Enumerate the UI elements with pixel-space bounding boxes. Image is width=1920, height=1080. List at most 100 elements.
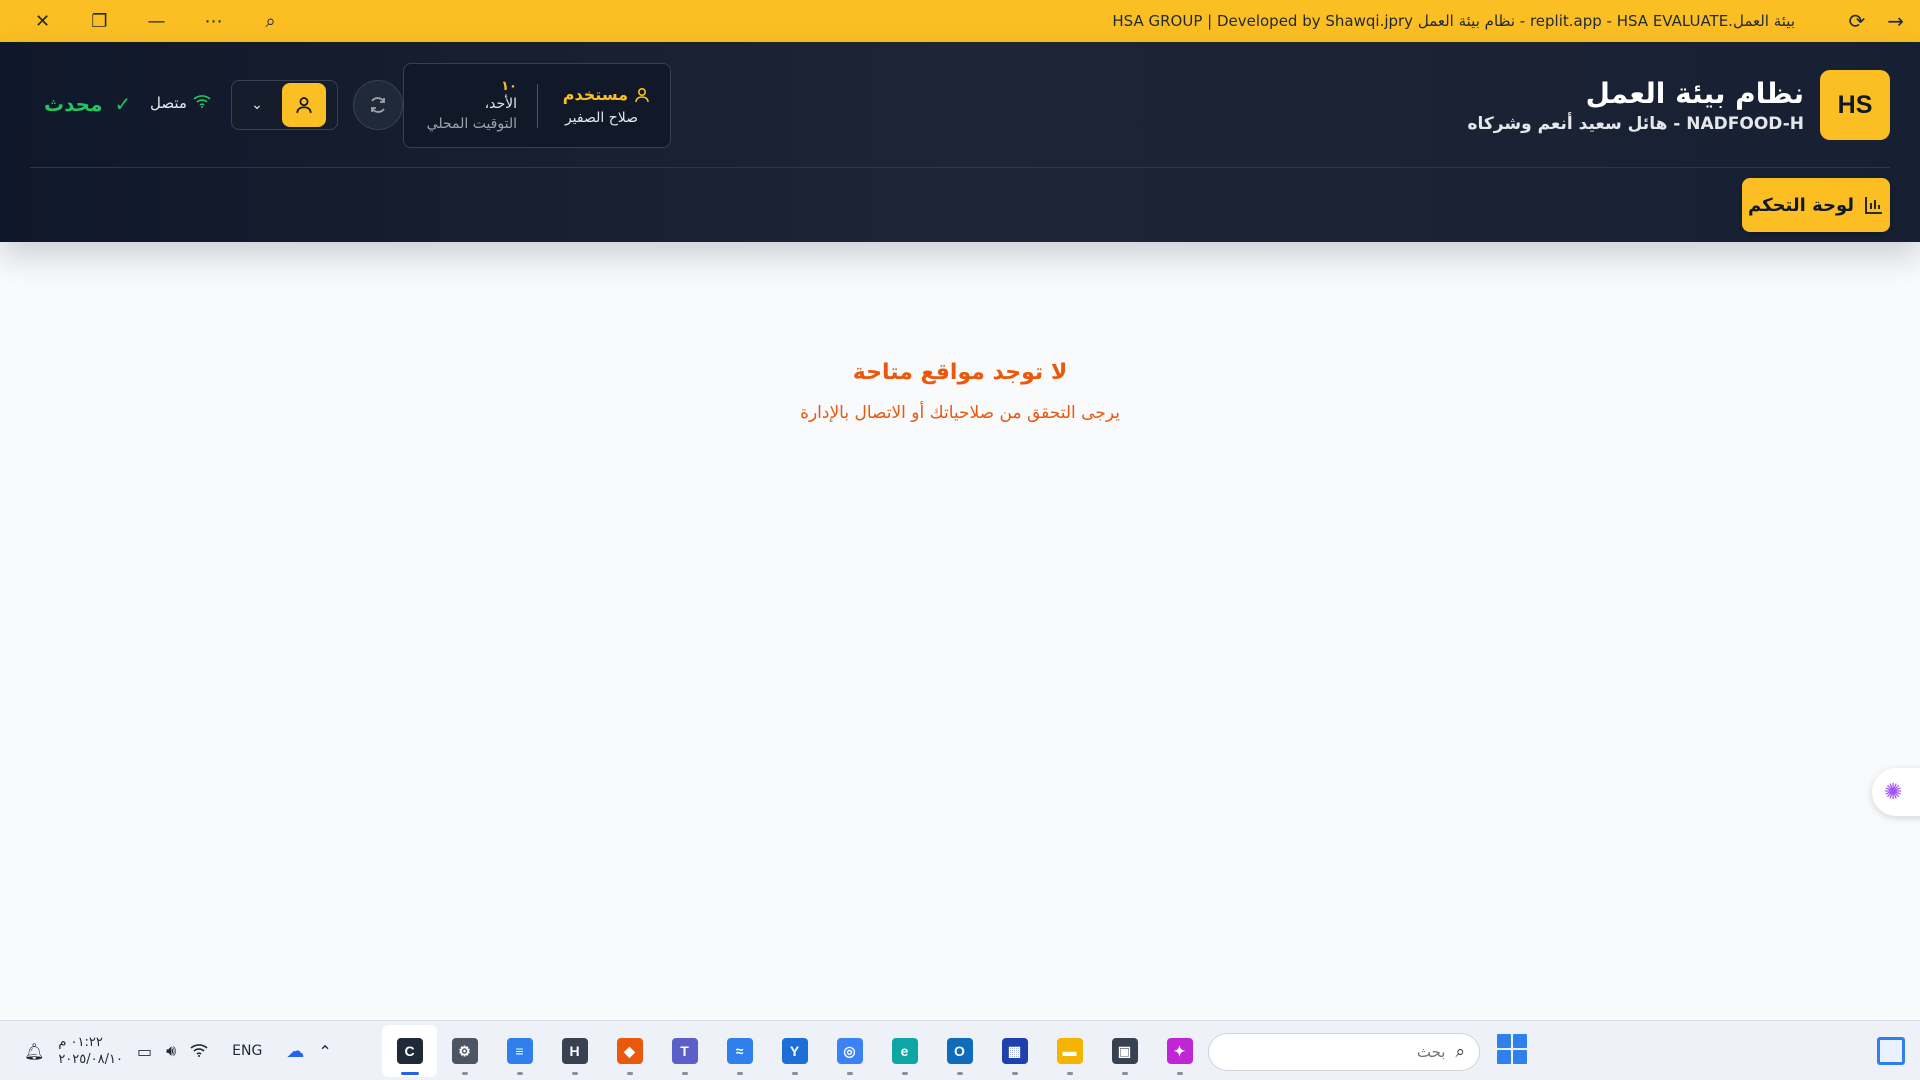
arrow-icon[interactable]: → [1887, 9, 1904, 33]
chevron-down-icon[interactable]: ⌄ [232, 97, 282, 113]
running-indicator [1121, 1072, 1128, 1075]
wifi-icon[interactable] [190, 1042, 208, 1061]
taskbar-app-copilot[interactable]: ✦ [1152, 1025, 1207, 1077]
running-indicator [461, 1072, 468, 1075]
user-card: مستخدم صلاح الصفير ١٠ الأحد، التوقيت الم… [403, 63, 671, 148]
yammer-icon: Y [781, 1038, 808, 1064]
battery-icon[interactable]: ▭ [137, 1042, 152, 1061]
taskbar-app-settings[interactable]: ⚙ [437, 1025, 492, 1077]
window-controls: ✕ ❐ — ⋯ ⌕ [14, 0, 299, 42]
taskbar-search[interactable]: ⌕ [1208, 1033, 1480, 1071]
connection-status: متصل [150, 94, 211, 112]
reload-icon[interactable]: ⟳ [1848, 9, 1865, 33]
clock-date: ٢٠٢٥/٠٨/١٠ [58, 1052, 123, 1067]
refresh-button[interactable] [353, 80, 403, 130]
taskbar-app-c-app[interactable]: C [382, 1025, 437, 1077]
start-button[interactable] [1497, 1034, 1527, 1064]
brand: HS نظام بيئة العمل NADFOOD-H - هائل سعيد… [1467, 70, 1890, 140]
search-icon: ⌕ [1455, 1042, 1465, 1062]
volume-icon[interactable]: 🔊︎ [166, 1041, 176, 1061]
taskbar-app-edge[interactable]: e [877, 1025, 932, 1077]
taskbar-app-teams[interactable]: T [657, 1025, 712, 1077]
brand-logo: HS [1820, 70, 1890, 140]
chevron-up-icon[interactable]: ⌃ [318, 1042, 331, 1061]
user-icon [296, 97, 312, 113]
check-icon: ✓ [114, 92, 132, 116]
file-explorer-icon: ▬ [1056, 1038, 1083, 1064]
taskbar-app-outlook[interactable]: O [932, 1025, 987, 1077]
refresh-icon [371, 97, 385, 113]
running-indicator [1176, 1072, 1183, 1075]
day-name: الأحد، [484, 96, 517, 112]
close-icon[interactable]: ✕ [14, 0, 71, 42]
taskbar-app-store[interactable]: ▦ [987, 1025, 1042, 1077]
dashboard-label: لوحة التحكم [1747, 194, 1855, 216]
app-subtitle: NADFOOD-H - هائل سعيد أنعم وشركاه [1467, 114, 1805, 134]
taskbar-app-app-orange[interactable]: ◆ [602, 1025, 657, 1077]
copilot-icon: ✦ [1166, 1038, 1193, 1064]
clock[interactable]: ٠١:٢٢ م ٢٠٢٥/٠٨/١٠ [58, 1034, 123, 1068]
running-indicator [1066, 1072, 1073, 1075]
app-title: نظام بيئة العمل [1585, 77, 1804, 110]
taskbar-app-file-explorer[interactable]: ▬ [1042, 1025, 1097, 1077]
cloud-icon[interactable]: ☁ [286, 1041, 304, 1062]
inspect-icon[interactable]: ⌕ [242, 0, 299, 42]
header-divider [30, 167, 1890, 168]
update-status: ✓ محدث [44, 92, 131, 116]
app-orange-icon: ◆ [616, 1038, 643, 1064]
running-indicator [901, 1072, 908, 1075]
window-title: HSA GROUP | Developed by Shawqi.jpry نظا… [1112, 12, 1795, 30]
store-icon: ▦ [1001, 1038, 1028, 1064]
app-header: HS نظام بيئة العمل NADFOOD-H - هائل سعيد… [0, 42, 1920, 242]
taskbar-app-scanner[interactable]: ≈ [712, 1025, 767, 1077]
chart-icon [1865, 197, 1883, 214]
ai-assistant-button[interactable]: ✺ [1872, 768, 1920, 816]
minimize-icon[interactable]: — [128, 0, 185, 42]
more-icon[interactable]: ⋯ [185, 0, 242, 42]
user-icon [635, 87, 649, 102]
taskbar-app-windows-app[interactable]: ▣ [1097, 1025, 1152, 1077]
empty-state-subtitle: يرجى التحقق من صلاحياتك أو الاتصال بالإد… [800, 403, 1120, 423]
bell-icon[interactable]: 🔔︎ [24, 1042, 44, 1061]
running-indicator [791, 1072, 798, 1075]
teams-icon: T [671, 1038, 698, 1064]
restore-icon[interactable]: ❐ [71, 0, 128, 42]
system-tray: 🔔︎ ٠١:٢٢ م ٢٠٢٥/٠٨/١٠ ▭ 🔊︎ ENG ☁ ⌃ [24, 1021, 332, 1080]
dashboard-button[interactable]: لوحة التحكم [1742, 178, 1890, 232]
brain-icon: ✺ [1884, 779, 1903, 805]
local-time-label: التوقيت المحلي [426, 116, 517, 132]
running-indicator [681, 1072, 688, 1075]
edge-icon: e [891, 1038, 918, 1064]
running-indicator [400, 1072, 419, 1075]
outlook-icon: O [946, 1038, 973, 1064]
clock-time: ٠١:٢٢ م [58, 1035, 103, 1050]
user-role: مستخدم [562, 85, 628, 104]
running-indicator [736, 1072, 743, 1075]
avatar[interactable] [282, 83, 326, 127]
connection-label: متصل [150, 94, 187, 112]
scanner-icon: ≈ [726, 1038, 753, 1064]
notepad-icon: ≡ [506, 1038, 533, 1064]
c-app-icon: C [396, 1038, 423, 1064]
taskbar: 🔔︎ ٠١:٢٢ م ٢٠٢٥/٠٨/١٠ ▭ 🔊︎ ENG ☁ ⌃ C ⚙ ≡ H ◆… [0, 1020, 1920, 1080]
windows-app-icon: ▣ [1111, 1038, 1138, 1064]
running-indicator [1011, 1072, 1018, 1075]
taskbar-app-vpn[interactable]: ◎ [822, 1025, 877, 1077]
taskbar-app-notepad[interactable]: ≡ [492, 1025, 547, 1077]
wifi-icon [193, 94, 211, 112]
taskbar-app-h-app[interactable]: H [547, 1025, 602, 1077]
taskbar-app-yammer[interactable]: Y [767, 1025, 822, 1077]
window-titlebar: ✕ ❐ — ⋯ ⌕ HSA GROUP | Developed by Shawq… [0, 0, 1920, 42]
empty-state: لا توجد مواقع متاحة يرجى التحقق من صلاحي… [0, 360, 1920, 423]
running-indicator [846, 1072, 853, 1075]
profile-menu[interactable]: ⌄ [231, 80, 338, 130]
language-indicator[interactable]: ENG [232, 1043, 262, 1059]
empty-state-title: لا توجد مواقع متاحة [852, 360, 1068, 385]
widgets-icon[interactable] [1877, 1037, 1905, 1065]
user-name: صلاح الصفير [564, 110, 638, 126]
running-indicator [626, 1072, 633, 1075]
card-divider [537, 83, 538, 128]
search-input[interactable] [1245, 1043, 1446, 1061]
settings-icon: ⚙ [451, 1038, 478, 1064]
running-indicator [516, 1072, 523, 1075]
